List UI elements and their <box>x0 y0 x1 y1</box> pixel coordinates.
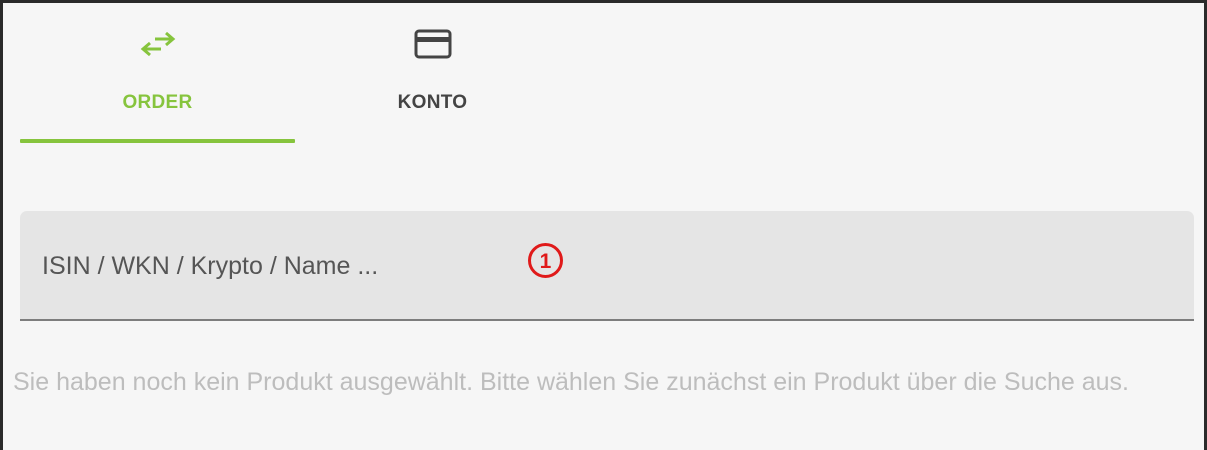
step-marker-1: 1 <box>528 243 563 278</box>
step-marker-number: 1 <box>540 250 552 273</box>
swap-arrows-icon <box>20 27 295 61</box>
app-frame: ORDER KONTO 1 Sie haben noch kein Produk… <box>0 0 1207 450</box>
tab-bar: ORDER KONTO <box>20 3 570 143</box>
tab-order[interactable]: ORDER <box>20 3 295 143</box>
search-input[interactable] <box>42 241 742 291</box>
active-tab-indicator <box>20 139 295 143</box>
search-field[interactable]: 1 <box>20 211 1194 321</box>
credit-card-icon <box>295 27 570 61</box>
tab-order-label: ORDER <box>122 92 193 113</box>
tab-konto-label: KONTO <box>397 92 468 113</box>
tab-konto[interactable]: KONTO <box>295 3 570 143</box>
empty-selection-hint: Sie haben noch kein Produkt ausgewählt. … <box>13 368 1129 396</box>
